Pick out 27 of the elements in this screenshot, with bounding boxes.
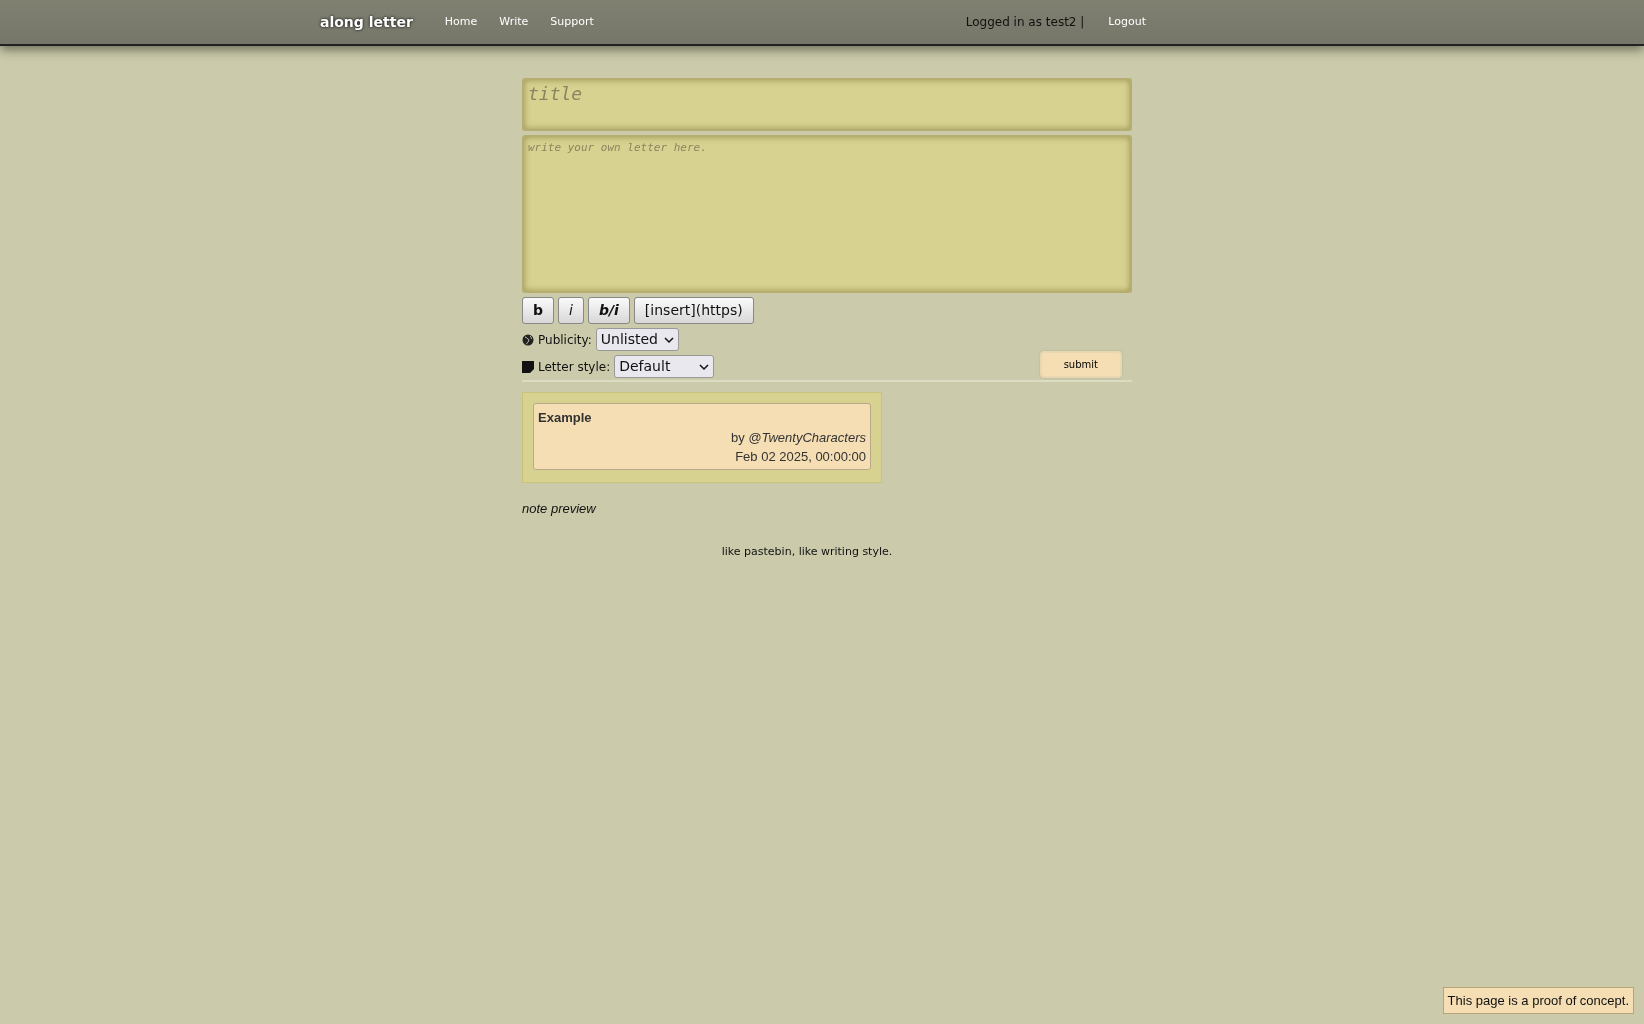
title-field[interactable]: title	[522, 78, 1132, 131]
notice-box: This page is a proof of concept.	[1442, 986, 1634, 1014]
footer-text: like pastebin, like writing style.	[721, 545, 893, 558]
format-button[interactable]: [insert](https)	[633, 297, 754, 324]
chevron-down-icon	[664, 335, 674, 344]
site-logo[interactable]: along letter	[320, 11, 413, 33]
letter-style-label: Letter style:	[538, 358, 611, 376]
author-line: by @TwentyCharacters	[730, 429, 866, 445]
format-button[interactable]: b/i	[587, 297, 630, 324]
publicity-select[interactable]: Unlisted	[595, 328, 679, 351]
nav-link[interactable]: Home	[444, 13, 478, 31]
note-preview-text: note preview	[522, 500, 596, 516]
format-button[interactable]: i	[558, 297, 584, 324]
letter-style-select[interactable]: Default	[614, 355, 715, 378]
letter-title: Example	[538, 409, 593, 427]
login-status: Logged in as test2 |	[965, 14, 1085, 31]
format-button[interactable]: b	[522, 297, 555, 324]
letter-field[interactable]: write your own letter here.	[522, 135, 1132, 293]
submit-button[interactable]: submit	[1039, 351, 1122, 378]
letter-date: Feb 02 2025, 00:00:00	[735, 449, 866, 464]
nav-link[interactable]: Support	[550, 13, 594, 31]
nav-link[interactable]: Write	[499, 13, 529, 31]
publicity-label: Publicity:	[538, 331, 592, 349]
note-icon	[522, 360, 534, 373]
logout-link[interactable]: Logout	[1108, 13, 1146, 31]
globe-icon	[522, 333, 534, 346]
chevron-down-icon	[699, 362, 710, 371]
